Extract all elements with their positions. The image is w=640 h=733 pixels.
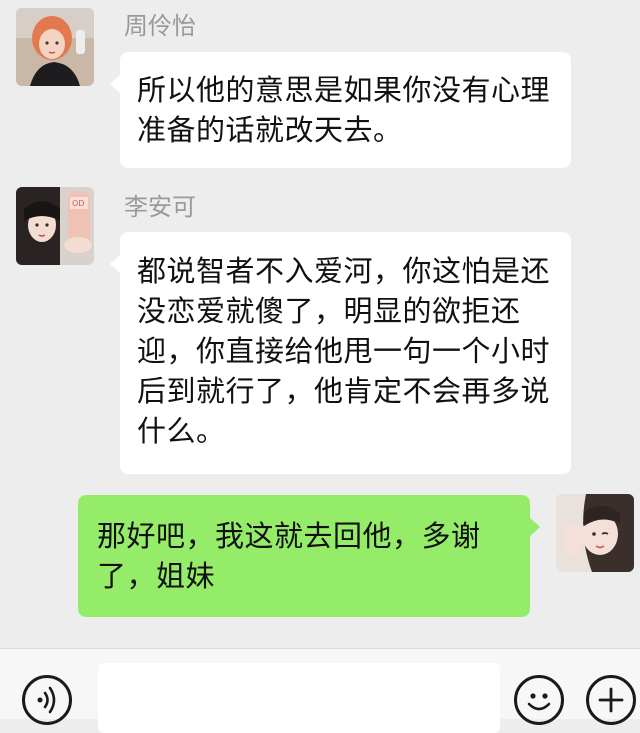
message-bubble[interactable]: 所以他的意思是如果你没有心理 准备的话就改天去。 <box>110 52 571 168</box>
message-bubble-self[interactable]: 那好吧，我这就去回他，多谢 了，姐妹 <box>78 495 540 617</box>
message-line: 后到就行了，他肯定不会再多说 <box>137 374 551 408</box>
plus-icon <box>598 687 624 713</box>
avatar[interactable]: OD <box>16 187 94 265</box>
emoji-icon <box>527 693 551 711</box>
message-line: 了，姐妹 <box>97 559 216 593</box>
message-line: 迎，你直接给他甩一句一个小时 <box>137 334 551 368</box>
message-line: 所以他的意思是如果你没有心理 <box>137 73 551 107</box>
message-input[interactable] <box>98 663 500 733</box>
message-bubble[interactable]: 都说智者不入爱河，你这怕是还 没恋爱就傻了，明显的欲拒还 迎，你直接给他甩一句一… <box>110 232 571 474</box>
avatar-image-1 <box>16 8 94 86</box>
message-line: 什么。 <box>137 414 226 448</box>
avatar-self[interactable] <box>556 494 634 572</box>
avatar-image-self <box>556 494 634 572</box>
chat-area: 周伶怡 所以他的意思是如果你没有心理 准备的话就改天去。 OD 李安可 都说智者… <box>0 0 640 648</box>
voice-icon <box>37 686 56 714</box>
sender-name: 李安可 <box>124 193 196 221</box>
avatar-image-2: OD <box>16 187 94 265</box>
svg-text:OD: OD <box>72 199 84 208</box>
avatar[interactable] <box>16 8 94 86</box>
message-line: 都说智者不入爱河，你这怕是还 <box>137 254 551 288</box>
sender-name: 周伶怡 <box>124 12 196 40</box>
message-line: 没恋爱就傻了，明显的欲拒还 <box>137 294 521 328</box>
message-line: 那好吧，我这就去回他，多谢 <box>97 519 481 553</box>
input-bar <box>0 648 640 733</box>
message-line: 准备的话就改天去。 <box>137 113 403 147</box>
